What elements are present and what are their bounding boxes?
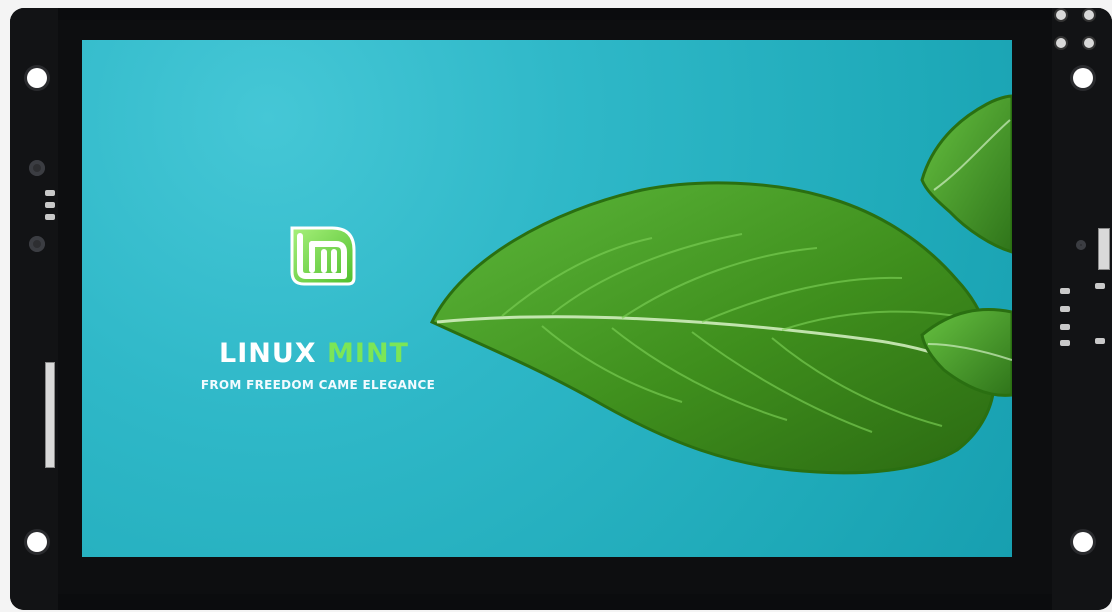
left-jack-2 xyxy=(29,236,45,252)
linux-mint-logo-icon xyxy=(290,226,356,286)
brand-title-part1: LINUX xyxy=(219,338,317,369)
pcb-via-4 xyxy=(1084,38,1094,48)
right-pin-4 xyxy=(1060,340,1070,346)
pcb-via-3 xyxy=(1056,38,1066,48)
linux-mint-branding: LINUX MINT FROM FREEDOM CAME ELEGANCE xyxy=(201,222,435,402)
pcb-via-2 xyxy=(1084,10,1094,20)
mount-hole-bottom-right xyxy=(1073,532,1093,552)
right-pin-3 xyxy=(1060,324,1070,330)
right-pin-1 xyxy=(1060,288,1070,294)
left-pin-3 xyxy=(45,214,55,220)
left-pin-2 xyxy=(45,202,55,208)
mount-hole-bottom-left xyxy=(27,532,47,552)
left-jack-1 xyxy=(29,160,45,176)
brand-title: LINUX MINT xyxy=(204,338,424,369)
brand-slogan: FROM FREEDOM CAME ELEGANCE xyxy=(200,378,436,392)
right-pin-2 xyxy=(1060,306,1070,312)
desktop-wallpaper: LINUX MINT FROM FREEDOM CAME ELEGANCE xyxy=(82,40,1012,557)
mount-hole-top-left xyxy=(27,68,47,88)
mount-hole-top-right xyxy=(1073,68,1093,88)
left-pcb-edge xyxy=(10,8,58,610)
right-jack xyxy=(1076,240,1086,250)
left-pin-1 xyxy=(45,190,55,196)
right-pin-5 xyxy=(1095,283,1105,289)
right-side-connector xyxy=(1098,228,1110,270)
brand-title-part2: MINT xyxy=(327,338,409,369)
pcb-via-1 xyxy=(1056,10,1066,20)
left-ribbon-connector xyxy=(45,362,55,468)
right-pin-6 xyxy=(1095,338,1105,344)
